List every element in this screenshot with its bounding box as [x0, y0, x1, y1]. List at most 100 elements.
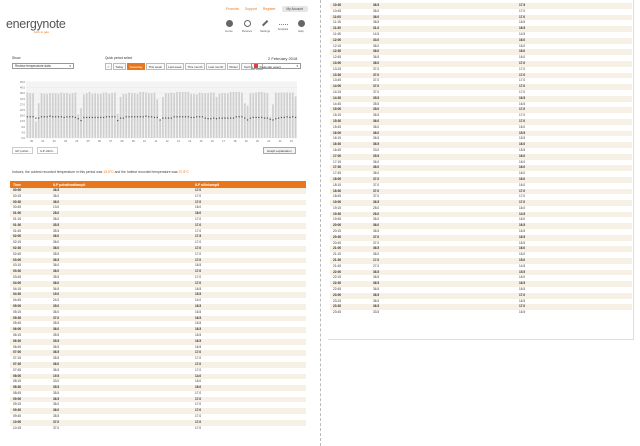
- chart-point[interactable]: [125, 116, 127, 118]
- chart-bar[interactable]: [122, 93, 125, 138]
- chart-point[interactable]: [145, 115, 147, 117]
- chart-point[interactable]: [32, 116, 34, 118]
- nav-home[interactable]: Home: [222, 20, 236, 33]
- chart-bar[interactable]: [133, 93, 136, 138]
- chart-point[interactable]: [156, 116, 158, 119]
- chart-bar[interactable]: [280, 92, 283, 138]
- chart-bar[interactable]: [187, 91, 190, 138]
- chart-point[interactable]: [207, 118, 209, 120]
- chart-point[interactable]: [131, 116, 133, 118]
- chart-bar[interactable]: [283, 92, 286, 138]
- chart-point[interactable]: [244, 117, 246, 119]
- chart-point[interactable]: [139, 116, 142, 118]
- chart-bar[interactable]: [201, 93, 204, 138]
- chart-bar[interactable]: [68, 93, 71, 138]
- chart-point[interactable]: [122, 117, 125, 119]
- chart-bar[interactable]: [176, 91, 178, 138]
- chart-point[interactable]: [215, 118, 218, 120]
- legend-item-2[interactable]: ILP ollinh...: [37, 147, 59, 154]
- chart-bar[interactable]: [286, 92, 288, 138]
- chart-point[interactable]: [213, 117, 215, 119]
- chart-point[interactable]: [269, 118, 271, 121]
- chart-bar[interactable]: [167, 93, 170, 138]
- chart-bar[interactable]: [272, 104, 274, 138]
- chart-point[interactable]: [179, 116, 181, 118]
- chart-bar[interactable]: [204, 93, 207, 138]
- chart-point[interactable]: [167, 117, 170, 119]
- chart-point[interactable]: [261, 116, 263, 119]
- chart-point[interactable]: [210, 118, 212, 120]
- chart-point[interactable]: [275, 118, 277, 120]
- chart-bar[interactable]: [190, 93, 192, 138]
- chart-point[interactable]: [198, 116, 201, 118]
- quick-period-button[interactable]: This week: [146, 63, 165, 70]
- chart-bar[interactable]: [145, 92, 147, 138]
- chart-point[interactable]: [83, 116, 85, 119]
- brand-logo[interactable]: energynote: [6, 17, 66, 31]
- chart-point[interactable]: [187, 116, 190, 118]
- chart-point[interactable]: [71, 116, 74, 118]
- chart-point[interactable]: [165, 117, 167, 119]
- chart-bar[interactable]: [83, 94, 85, 138]
- chart-bar[interactable]: [229, 91, 232, 138]
- chart-bar[interactable]: [105, 92, 108, 138]
- chart-bar[interactable]: [212, 92, 215, 138]
- chart-point[interactable]: [255, 116, 257, 119]
- chart-bar[interactable]: [139, 91, 142, 138]
- chart-bar[interactable]: [156, 99, 159, 138]
- quick-period-button[interactable]: Today: [112, 63, 126, 70]
- chart-bar[interactable]: [277, 92, 280, 138]
- chart-bar[interactable]: [94, 93, 97, 138]
- nav-settings[interactable]: Settings: [258, 19, 272, 33]
- chart-bar[interactable]: [29, 93, 32, 138]
- chart-point[interactable]: [246, 119, 249, 121]
- chart-bar[interactable]: [221, 93, 224, 138]
- nav-help[interactable]: Help: [294, 20, 308, 33]
- chart-bar[interactable]: [224, 93, 226, 138]
- chart-point[interactable]: [232, 117, 235, 119]
- chart-bar[interactable]: [207, 93, 209, 138]
- chart-bar[interactable]: [226, 93, 229, 138]
- chart-bar[interactable]: [32, 93, 34, 138]
- chart-point[interactable]: [94, 116, 96, 119]
- chart-bar[interactable]: [291, 92, 294, 138]
- chart-point[interactable]: [63, 116, 65, 119]
- chart-bar[interactable]: [238, 91, 240, 138]
- chart-point[interactable]: [60, 116, 62, 118]
- chart-point[interactable]: [136, 116, 139, 118]
- quick-period-button[interactable]: Yesterday: [126, 63, 146, 70]
- chart-point[interactable]: [49, 115, 51, 117]
- chart-bar[interactable]: [128, 92, 130, 138]
- chart-bar[interactable]: [136, 93, 139, 138]
- chart-point[interactable]: [286, 116, 288, 118]
- chart-bar[interactable]: [246, 105, 249, 138]
- nav-devices[interactable]: Devices: [240, 20, 254, 33]
- chart-point[interactable]: [91, 116, 94, 119]
- chart-bar[interactable]: [125, 93, 128, 138]
- chart-bar[interactable]: [111, 93, 113, 138]
- chart-point[interactable]: [40, 116, 43, 118]
- chart-point[interactable]: [35, 117, 37, 119]
- chart-point[interactable]: [204, 117, 206, 119]
- chart-bar[interactable]: [260, 91, 263, 138]
- chart-point[interactable]: [69, 116, 71, 118]
- chart-point[interactable]: [105, 116, 108, 118]
- chart-point[interactable]: [184, 116, 187, 118]
- chart-point[interactable]: [46, 116, 48, 118]
- chart-point[interactable]: [241, 116, 243, 118]
- nav-analysis[interactable]: Analysis: [276, 20, 290, 33]
- chart-bar[interactable]: [40, 93, 43, 138]
- chart-point[interactable]: [283, 116, 285, 119]
- chart-bar[interactable]: [210, 92, 212, 138]
- chart-point[interactable]: [117, 119, 119, 122]
- chart-point[interactable]: [114, 116, 116, 118]
- account-button[interactable]: My Account: [281, 6, 308, 12]
- chart-point[interactable]: [176, 116, 178, 118]
- chart-point[interactable]: [52, 116, 54, 118]
- chart-point[interactable]: [97, 116, 99, 119]
- chart-bar[interactable]: [232, 91, 235, 138]
- chart-point[interactable]: [221, 117, 223, 119]
- chart-point[interactable]: [153, 116, 156, 119]
- chart-bar[interactable]: [255, 92, 257, 138]
- chart-bar[interactable]: [74, 92, 77, 138]
